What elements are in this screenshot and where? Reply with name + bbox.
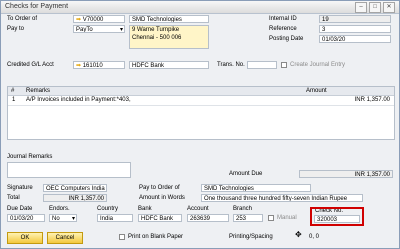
- journal-remarks-label: Journal Remarks: [7, 154, 53, 160]
- create-journal-entry-label: Create Journal Entry: [290, 62, 346, 68]
- reference-field[interactable]: 3: [319, 25, 391, 33]
- amount-due-label: Amount Due: [229, 171, 263, 177]
- reference-label: Reference: [269, 26, 297, 32]
- cancel-button[interactable]: Cancel: [47, 232, 83, 244]
- posting-date-field[interactable]: 01/03/20: [319, 35, 391, 43]
- country-field[interactable]: India: [97, 214, 133, 222]
- trans-no-field[interactable]: [247, 61, 277, 69]
- signature-field[interactable]: OEC Computers India: [43, 184, 107, 192]
- signature-label: Signature: [7, 185, 33, 191]
- ok-button[interactable]: OK: [7, 232, 43, 244]
- address-line-2: Chennai - 500 006: [132, 35, 182, 41]
- checks-for-payment-window: Checks for Payment – □ ✕ To Order of ➡ V…: [0, 0, 400, 249]
- pay-to-order-of-label: Pay to Order of: [139, 185, 180, 191]
- pay-to-address-field[interactable]: 9 Warne Turnpike Chennai - 500 006: [129, 25, 209, 49]
- spacing-value: 0, 0: [309, 234, 320, 240]
- credited-gl-label: Credited G/L Acct: [7, 62, 54, 68]
- branch-field[interactable]: 253: [233, 214, 263, 222]
- internal-id-label: Internal ID: [269, 16, 297, 22]
- journal-remarks-field[interactable]: [7, 162, 131, 178]
- endors-label: Endors.: [49, 206, 70, 212]
- country-label: Country: [97, 206, 119, 212]
- address-line-1: 9 Warne Turnpike: [132, 27, 180, 33]
- due-date-field[interactable]: 01/03/20: [7, 214, 45, 222]
- move-arrows-icon[interactable]: ✥: [295, 230, 302, 239]
- table-row[interactable]: 1 A/P Invoices included in Payment:*403,…: [8, 96, 394, 106]
- trans-no-label: Trans. No.: [217, 62, 245, 68]
- check-no-highlight: [310, 207, 364, 226]
- credited-gl-name-field[interactable]: HDFC Bank: [129, 61, 209, 69]
- link-arrow-icon[interactable]: ➡: [76, 17, 81, 22]
- bank-field[interactable]: HDFC Bank: [138, 214, 182, 222]
- link-arrow-icon[interactable]: ➡: [76, 63, 81, 68]
- manual-label: Manual: [277, 215, 297, 221]
- amount-in-words-field[interactable]: One thousand three hundred fifty-seven I…: [201, 194, 363, 202]
- branch-label: Branch: [233, 206, 253, 212]
- to-order-of-name-field[interactable]: SMD Technologies: [129, 15, 209, 23]
- pay-to-dropdown[interactable]: PayTo: [73, 25, 125, 33]
- internal-id-field: 19: [319, 15, 391, 23]
- amount-due-field: INR 1,357.00: [299, 170, 393, 178]
- amount-in-words-label: Amount in Words: [139, 195, 185, 201]
- endors-dropdown[interactable]: No: [49, 214, 77, 222]
- col-remarks[interactable]: Remarks: [26, 87, 50, 95]
- total-label: Total: [7, 195, 20, 201]
- close-button[interactable]: ✕: [383, 2, 395, 13]
- minimize-button[interactable]: –: [355, 2, 367, 13]
- window-title: Checks for Payment: [5, 3, 69, 10]
- create-journal-entry-checkbox[interactable]: [281, 62, 287, 68]
- bank-label: Bank: [138, 206, 152, 212]
- window-controls: – □ ✕: [355, 2, 395, 13]
- title-bar: Checks for Payment – □ ✕: [1, 1, 399, 14]
- col-num[interactable]: #: [11, 87, 14, 95]
- to-order-of-code-text: V70000: [82, 17, 104, 23]
- due-date-label: Due Date: [7, 206, 33, 212]
- table-header: # Remarks Amount: [8, 87, 394, 96]
- account-field[interactable]: 263639: [187, 214, 229, 222]
- maximize-button[interactable]: □: [369, 2, 381, 13]
- pay-to-order-of-field[interactable]: SMD Technologies: [201, 184, 311, 192]
- to-order-of-label: To Order of: [7, 16, 38, 22]
- account-label: Account: [187, 206, 209, 212]
- manual-checkbox[interactable]: [268, 215, 274, 221]
- remarks-table: # Remarks Amount 1 A/P Invoices included…: [7, 86, 395, 140]
- print-on-blank-paper-label: Print on Blank Paper: [128, 234, 184, 240]
- print-on-blank-paper-checkbox[interactable]: [119, 234, 125, 240]
- credited-gl-code-field[interactable]: ➡ 161010: [73, 61, 125, 69]
- credited-gl-code-text: 161010: [82, 63, 103, 69]
- total-field: INR 1,357.00: [43, 194, 107, 202]
- pay-to-label: Pay to: [7, 26, 25, 32]
- row-num: 1: [12, 97, 16, 103]
- to-order-of-code-field[interactable]: ➡ V70000: [73, 15, 125, 23]
- posting-date-label: Posting Date: [269, 36, 304, 42]
- row-amount[interactable]: INR 1,357.00: [355, 96, 390, 104]
- col-amount[interactable]: Amount: [306, 87, 327, 95]
- printing-spacing-label: Printing/Spacing: [229, 234, 273, 240]
- row-remarks[interactable]: A/P Invoices included in Payment:*403,: [26, 96, 131, 104]
